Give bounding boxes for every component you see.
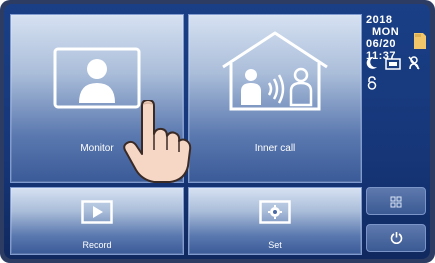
inner-call-tile[interactable]: Inner call: [188, 14, 362, 183]
status-panel: 2018 MON 06/20 11:37: [366, 14, 428, 154]
grid-menu-button[interactable]: [366, 187, 426, 215]
play-icon: [81, 200, 113, 229]
power-icon: [390, 231, 403, 249]
record-label: Record: [82, 240, 112, 250]
lock-icon: [366, 76, 378, 95]
gear-icon: [259, 200, 291, 229]
set-label: Set: [268, 240, 282, 250]
record-tile[interactable]: Record: [10, 187, 184, 255]
set-tile[interactable]: Set: [188, 187, 362, 255]
grid-icon: [390, 195, 402, 213]
power-button[interactable]: [366, 224, 426, 252]
indoor-monitor-screen: Monitor Inner call Record Set 2018 MON 0…: [4, 4, 430, 259]
message-icon: [385, 57, 401, 75]
moon-icon: [366, 56, 378, 75]
mute-icon: [408, 56, 420, 75]
device-bezel: Monitor Inner call Record Set 2018 MON 0…: [0, 0, 435, 263]
inner-call-label: Inner call: [254, 143, 296, 154]
year-text: 2018: [366, 14, 393, 26]
sd-card-icon: [413, 32, 427, 55]
house-intercom-icon: [217, 27, 333, 118]
weekday-text: MON: [372, 26, 400, 38]
pointing-hand-icon: [122, 99, 192, 189]
